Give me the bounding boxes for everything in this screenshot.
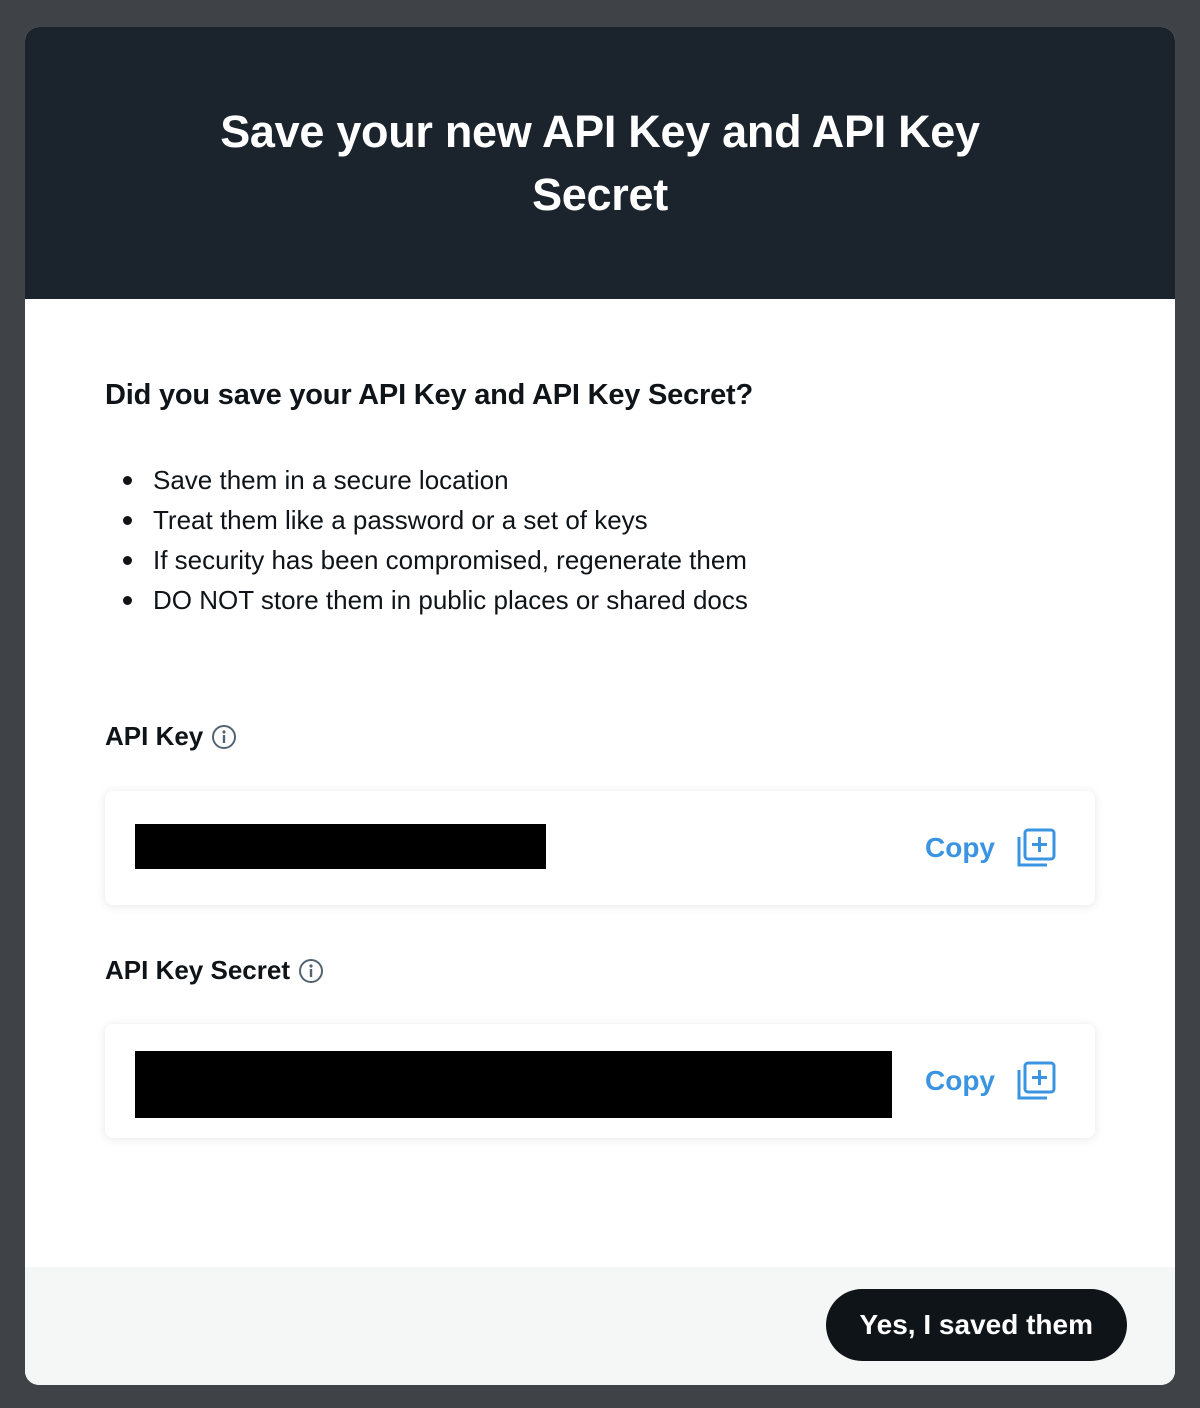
copy-plus-icon [1017, 1061, 1056, 1100]
copy-api-key-secret-button[interactable]: Copy [925, 1024, 1057, 1138]
api-key-redacted-value [135, 824, 546, 869]
copy-plus-icon [1017, 828, 1056, 867]
api-key-secret-label-text: API Key Secret [105, 955, 290, 985]
api-key-secret-redacted-value [135, 1051, 892, 1118]
api-key-label-text: API Key [105, 721, 204, 751]
copy-api-key-button[interactable]: Copy [925, 791, 1057, 905]
api-key-secret-label: API Key Secret [105, 955, 324, 986]
security-tips-list: Save them in a secure location Treat the… [105, 460, 748, 620]
confirm-saved-button[interactable]: Yes, I saved them [825, 1289, 1127, 1361]
list-item: Treat them like a password or a set of k… [123, 500, 748, 540]
save-confirmation-question: Did you save your API Key and API Key Se… [105, 379, 754, 411]
modal-footer: Yes, I saved them [25, 1267, 1175, 1385]
api-key-label: API Key [105, 721, 237, 752]
info-circle-icon[interactable] [298, 958, 324, 984]
list-item: Save them in a secure location [123, 460, 748, 500]
info-circle-icon[interactable] [211, 724, 237, 750]
copy-label: Copy [925, 1065, 995, 1096]
list-item: If security has been compromised, regene… [123, 540, 748, 580]
save-keys-modal: Save your new API Key and API Key Secret… [25, 27, 1175, 1385]
list-item: DO NOT store them in public places or sh… [123, 580, 748, 620]
api-key-card: Copy [105, 791, 1095, 905]
api-key-secret-card: Copy [105, 1024, 1095, 1138]
modal-header: Save your new API Key and API Key Secret [25, 27, 1175, 299]
copy-label: Copy [925, 832, 995, 863]
modal-title: Save your new API Key and API Key Secret [220, 106, 980, 220]
